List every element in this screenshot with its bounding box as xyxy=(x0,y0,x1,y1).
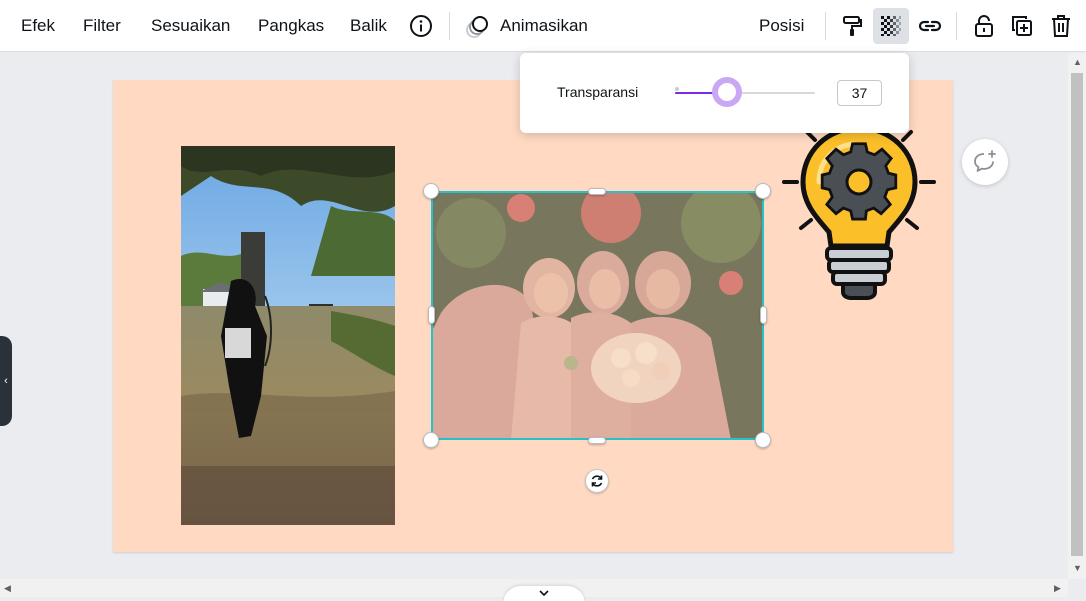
scroll-left-arrow-icon[interactable]: ◀ xyxy=(4,583,11,594)
position-button[interactable]: Posisi xyxy=(759,0,804,52)
lightbulb-gear-graphic[interactable] xyxy=(779,120,939,310)
resize-handle-bottom-left[interactable] xyxy=(423,432,439,448)
rotate-icon xyxy=(591,475,603,487)
link-button[interactable] xyxy=(912,8,948,44)
resize-handle-left[interactable] xyxy=(428,306,435,324)
effects-button[interactable]: Efek xyxy=(21,0,55,52)
chevron-down-icon xyxy=(539,590,549,597)
lock-button[interactable] xyxy=(966,8,1002,44)
chevron-left-icon: ‹ xyxy=(4,375,8,387)
transparency-popover: Transparansi 37 xyxy=(520,53,909,133)
paint-roller-icon xyxy=(843,16,862,36)
scroll-down-arrow-icon[interactable]: ▼ xyxy=(1073,563,1082,573)
animate-icon-button[interactable] xyxy=(460,8,496,44)
lock-icon xyxy=(975,15,993,37)
photo-archery-field[interactable] xyxy=(181,146,395,525)
resize-handle-top-right[interactable] xyxy=(755,183,771,199)
info-icon xyxy=(410,15,432,37)
crop-button[interactable]: Pangkas xyxy=(258,0,324,52)
animate-icon xyxy=(466,16,488,38)
toolbar-divider xyxy=(825,12,826,40)
vertical-scrollbar[interactable]: ▲ ▼ xyxy=(1068,53,1086,579)
slider-knob[interactable] xyxy=(712,77,742,107)
photo-group-friends[interactable] xyxy=(431,193,763,440)
photo-group-image xyxy=(431,193,763,440)
link-icon xyxy=(918,20,942,32)
rotate-handle[interactable] xyxy=(585,469,609,493)
transparency-label: Transparansi xyxy=(557,84,639,100)
top-toolbar: Efek Filter Sesuaikan Pangkas Balik Anim… xyxy=(0,0,1086,52)
info-button[interactable] xyxy=(403,8,439,44)
lightbulb-gear-icon xyxy=(782,125,936,300)
adjust-button[interactable]: Sesuaikan xyxy=(151,0,230,52)
scroll-up-arrow-icon[interactable]: ▲ xyxy=(1073,57,1082,67)
transparency-icon xyxy=(881,16,901,36)
resize-handle-right[interactable] xyxy=(760,306,767,324)
resize-handle-bottom[interactable] xyxy=(588,437,606,444)
copy-style-button[interactable] xyxy=(834,8,870,44)
transparency-value-input[interactable]: 37 xyxy=(837,80,882,106)
duplicate-icon xyxy=(1012,16,1032,36)
transparency-slider[interactable] xyxy=(675,77,815,107)
transparency-button[interactable] xyxy=(873,8,909,44)
filter-button[interactable]: Filter xyxy=(83,0,121,52)
notes-panel-toggle[interactable] xyxy=(503,586,585,601)
resize-handle-bottom-right[interactable] xyxy=(755,432,771,448)
duplicate-button[interactable] xyxy=(1004,8,1040,44)
vertical-scroll-thumb[interactable] xyxy=(1071,73,1083,556)
collapse-side-panel-tab[interactable]: ‹ xyxy=(0,336,12,426)
resize-handle-top[interactable] xyxy=(588,188,606,195)
scroll-right-arrow-icon[interactable]: ▶ xyxy=(1054,583,1061,594)
slider-min-marker xyxy=(675,87,679,91)
toolbar-divider xyxy=(956,12,957,40)
toolbar-divider xyxy=(449,12,450,40)
flip-button[interactable]: Balik xyxy=(350,0,387,52)
resize-handle-top-left[interactable] xyxy=(423,183,439,199)
photo-archery-image xyxy=(181,146,395,525)
trash-icon xyxy=(1052,15,1070,37)
comment-plus-icon xyxy=(974,150,996,172)
delete-button[interactable] xyxy=(1043,8,1079,44)
add-comment-button[interactable] xyxy=(962,139,1008,185)
animate-button[interactable]: Animasikan xyxy=(500,0,588,52)
design-page[interactable] xyxy=(113,80,953,552)
